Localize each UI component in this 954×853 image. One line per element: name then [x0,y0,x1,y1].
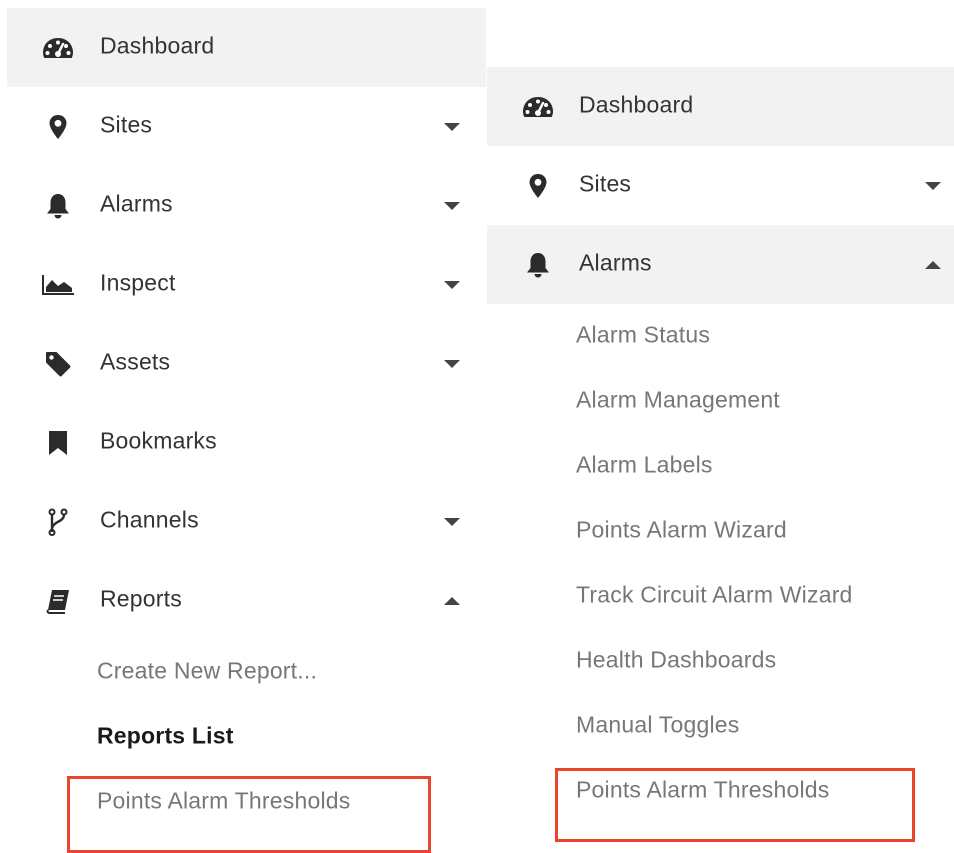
submenu-item-reports-list[interactable]: Reports List [7,705,486,770]
menu-item-assets[interactable]: Assets [7,324,486,403]
submenu-item-points-alarm-thresholds[interactable]: Points Alarm Thresholds [487,759,954,824]
dashboard-icon [521,92,555,122]
submenu-item-label: Points Alarm Wizard [576,515,787,542]
map-marker-icon [521,171,555,201]
menu-item-label: Alarms [100,189,173,216]
chevron-down-icon[interactable] [444,517,460,526]
area-chart-icon [41,270,75,300]
submenu-item-alarm-status[interactable]: Alarm Status [487,304,954,369]
submenu-item-alarm-management[interactable]: Alarm Management [487,369,954,434]
submenu-item-label: Points Alarm Thresholds [576,775,830,802]
submenu-item-label: Health Dashboards [576,645,777,672]
book-icon [41,586,75,616]
menu-item-label: Dashboard [579,90,694,117]
tag-icon [41,349,75,379]
menu-item-label: Alarms [579,248,652,275]
menu-item-channels[interactable]: Channels [7,482,486,561]
dashboard-icon [41,33,75,63]
branch-icon [41,507,75,537]
submenu-item-label: Points Alarm Thresholds [97,786,351,813]
menu-item-label: Dashboard [100,31,215,58]
menu-item-bookmarks[interactable]: Bookmarks [7,403,486,482]
chevron-up-icon[interactable] [444,596,460,605]
map-marker-icon [41,112,75,142]
menu-item-sites[interactable]: Sites [7,87,486,166]
chevron-down-icon[interactable] [444,122,460,131]
menu-item-alarms[interactable]: Alarms [7,166,486,245]
submenu-item-manual-toggles[interactable]: Manual Toggles [487,694,954,759]
menu-item-label: Assets [100,347,171,374]
submenu-item-label: Alarm Labels [576,450,713,477]
submenu-item-points-alarm-thresholds[interactable]: Points Alarm Thresholds [7,770,486,835]
submenu-item-track-circuit-alarm-wizard[interactable]: Track Circuit Alarm Wizard [487,564,954,629]
chevron-down-icon[interactable] [925,181,941,190]
submenu-item-create-new-report[interactable]: Create New Report... [7,640,486,705]
menu-item-reports[interactable]: Reports [7,561,486,640]
bell-icon [41,191,75,221]
menu-item-label: Bookmarks [100,426,217,453]
menu-item-label: Inspect [100,268,176,295]
chevron-down-icon[interactable] [444,359,460,368]
submenu-item-label: Create New Report... [97,656,318,683]
chevron-up-icon[interactable] [925,260,941,269]
submenu-item-label: Manual Toggles [576,710,740,737]
right-navigation-menu: Dashboard Sites Alarms Alarm Status Alar… [487,67,954,824]
chevron-down-icon[interactable] [444,280,460,289]
menu-item-label: Sites [100,110,153,137]
submenu-item-label: Alarm Management [576,385,780,412]
submenu-item-label: Alarm Status [576,320,711,347]
submenu-item-label: Track Circuit Alarm Wizard [576,580,853,607]
left-navigation-menu: Dashboard Sites Alarms Inspect Assets Bo… [7,8,486,835]
menu-item-sites[interactable]: Sites [487,146,954,225]
menu-item-label: Reports [100,584,182,611]
submenu-item-alarm-labels[interactable]: Alarm Labels [487,434,954,499]
menu-item-label: Sites [579,169,632,196]
menu-item-dashboard[interactable]: Dashboard [487,67,954,146]
submenu-item-points-alarm-wizard[interactable]: Points Alarm Wizard [487,499,954,564]
menu-item-alarms[interactable]: Alarms [487,225,954,304]
chevron-down-icon[interactable] [444,201,460,210]
bookmark-icon [41,428,75,458]
submenu-item-health-dashboards[interactable]: Health Dashboards [487,629,954,694]
menu-item-inspect[interactable]: Inspect [7,245,486,324]
menu-item-dashboard[interactable]: Dashboard [7,8,486,87]
submenu-item-label: Reports List [97,721,234,748]
menu-item-label: Channels [100,505,199,532]
bell-icon [521,250,555,280]
